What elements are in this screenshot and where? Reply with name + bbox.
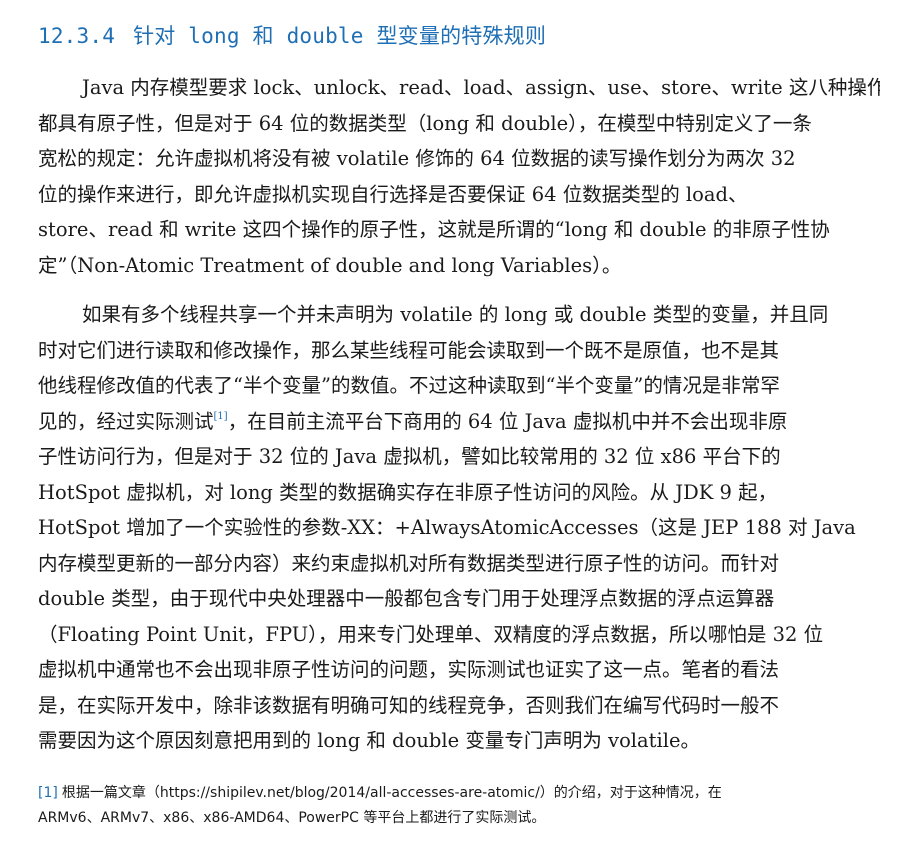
section-heading: 12.3.4 针对 long 和 double 型变量的特殊规则 <box>38 20 546 50</box>
document-page: 12.3.4 针对 long 和 double 型变量的特殊规则 Java 内存模… <box>0 0 918 848</box>
paragraph-line-with-ref: 见的，经过实际测试[1]，在目前主流平台下商用的 64 位 Java 虚拟机中并… <box>38 404 880 440</box>
paragraph-line: 需要因为这个原因刻意把用到的 long 和 double 变量专门声明为 vol… <box>38 729 701 752</box>
paragraph-line: 如果有多个线程共享一个并未声明为 volatile 的 long 或 doubl… <box>82 303 829 326</box>
paragraph-line: 宽松的规定：允许虚拟机将没有被 volatile 修饰的 64 位数据的读写操作… <box>38 147 796 170</box>
paragraph-line: 定”（Non-Atomic Treatment of double and lo… <box>38 253 622 277</box>
paragraph-2: 如果有多个线程共享一个并未声明为 volatile 的 long 或 doubl… <box>38 297 880 759</box>
footnote-reference-link[interactable]: [1] <box>214 411 228 422</box>
footnote-line-1: [1] 根据一篇文章（https://shipilev.net/blog/2014… <box>38 781 888 806</box>
paragraph-line: 都具有原子性，但是对于 64 位的数据类型（long 和 double），在模型… <box>38 111 812 135</box>
ref-line-start: 见的，经过实际测试 <box>38 409 214 433</box>
paragraph-line: double 类型，由于现代中央处理器中一般都包含专门用于处理浮点数据的浮点运算… <box>38 587 775 610</box>
paragraph-line: （Floating Point Unit，FPU），用来专门处理单、双精度的浮点… <box>38 622 824 646</box>
paragraph-line: 内存模型更新的一部分内容）来约束虚拟机对所有数据类型进行原子性的访问。而针对 <box>38 551 780 575</box>
paragraph-line: 他线程修改值的代表了“半个变量”的数值。不过这种读取到“半个变量”的情况是非常罕 <box>38 374 780 397</box>
paragraph-line: 位的操作来进行，即允许虚拟机实现自行选择是否要保证 64 位数据类型的 load… <box>38 182 748 206</box>
paragraph-line: store、read 和 write 这四个操作的原子性，这就是所谓的“long… <box>38 218 830 241</box>
paragraph-line: 是，在实际开发中，除非该数据有明确可知的线程竞争，否则我们在编写代码时一般不 <box>38 693 780 717</box>
ref-line-end: ，在目前主流平台下商用的 64 位 Java 虚拟机中并不会出现非原 <box>227 409 788 433</box>
paragraph-line: 子性访问行为，但是对于 32 位的 Java 虚拟机，譬如比较常用的 32 位 … <box>38 445 781 468</box>
footnote-text-2: ARMv6、ARMv7、x86、x86-AMD64、PowerPC 等平台上都进… <box>38 810 546 826</box>
paragraph-line: HotSpot 虚拟机，对 long 类型的数据确实存在非原子性访问的风险。从 … <box>38 480 778 504</box>
section-title: 针对 long 和 double 型变量的特殊规则 <box>133 24 547 48</box>
paragraph-line: HotSpot 增加了一个实验性的参数-XX：+AlwaysAtomicAcce… <box>38 516 856 539</box>
footnote-text-1: 根据一篇文章（https://shipilev.net/blog/2014/al… <box>61 785 722 801</box>
footnote-mark[interactable]: [1] <box>38 785 58 801</box>
section-number: 12.3.4 <box>38 24 116 48</box>
paragraph-line: 虚拟机中通常也不会出现非原子性访问的问题，实际测试也证实了这一点。笔者的看法 <box>38 658 780 681</box>
paragraph-1: Java 内存模型要求 lock、unlock、read、load、assign… <box>38 70 880 283</box>
footnote: [1] 根据一篇文章（https://shipilev.net/blog/2014… <box>38 781 888 831</box>
paragraph-line: Java 内存模型要求 lock、unlock、read、load、assign… <box>82 76 880 99</box>
paragraph-line: 时对它们进行读取和修改操作，那么某些线程可能会读取到一个既不是原值，也不是其 <box>38 338 780 362</box>
